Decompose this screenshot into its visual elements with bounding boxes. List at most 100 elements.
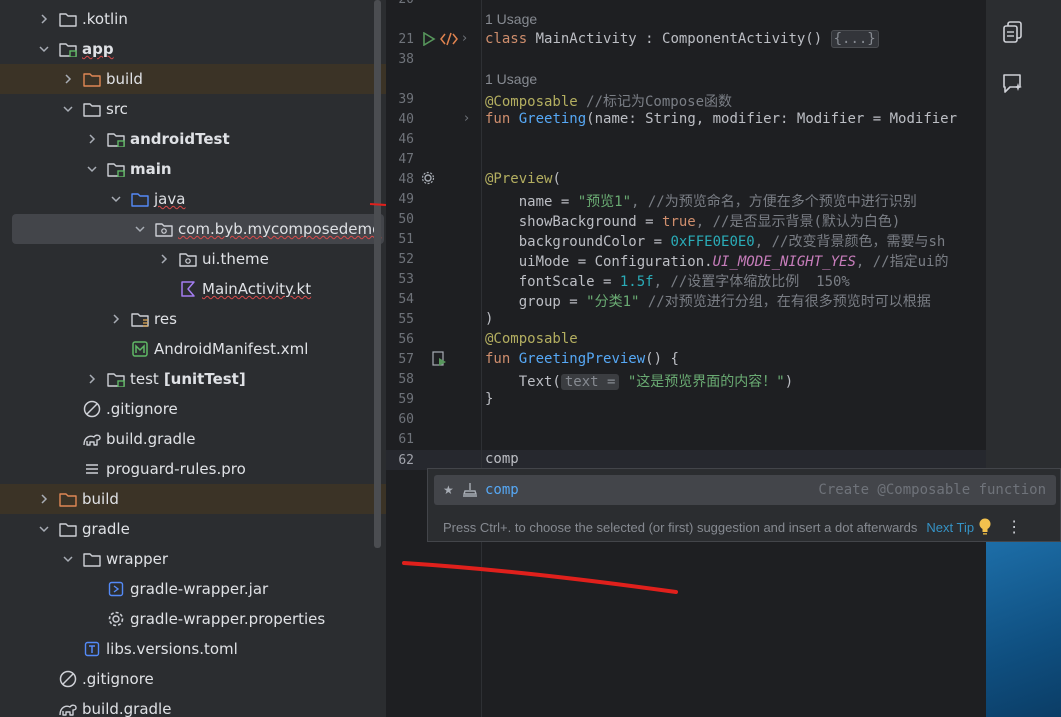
tree-item[interactable]: .kotlin <box>0 4 386 34</box>
tree-item[interactable]: main <box>0 154 386 184</box>
preview-run-icon[interactable] <box>432 351 448 367</box>
tree-item-label: java <box>154 190 186 208</box>
tree-item[interactable]: build.gradle <box>0 694 386 717</box>
ai-chat-icon[interactable] <box>998 68 1028 98</box>
tree-item-label: androidTest <box>130 130 230 148</box>
tree-item-label: build <box>82 490 119 508</box>
tree-scrollbar[interactable] <box>374 0 381 548</box>
class-declaration: MainActivity : ComponentActivity() <box>527 31 831 47</box>
line-number: 55 <box>398 312 414 327</box>
comment: , //改变背景颜色，需要与sh <box>754 234 946 250</box>
comment: , //设置字体缩放比例 150% <box>653 274 850 290</box>
desktop-background <box>986 542 1061 717</box>
code-text: backgroundColor = <box>485 234 671 250</box>
usage-hint[interactable]: 1 Usage <box>485 11 537 27</box>
module-folder-icon <box>58 39 78 59</box>
right-tool-bar <box>986 0 1061 468</box>
tree-item[interactable]: res <box>0 304 386 334</box>
folded-block[interactable]: {...} <box>830 30 879 48</box>
tree-item[interactable]: .gitignore <box>0 394 386 424</box>
folder-icon <box>82 549 102 569</box>
chevron-right-icon[interactable] <box>108 311 124 327</box>
code-text: uiMode = Configuration. <box>485 254 713 270</box>
code-text: fontScale = <box>485 274 620 290</box>
tree-item[interactable]: ui.theme <box>0 244 386 274</box>
tree-item[interactable]: libs.versions.toml <box>0 634 386 664</box>
module-folder-icon <box>106 129 126 149</box>
line-number: 53 <box>398 272 414 287</box>
tree-item[interactable]: src <box>0 94 386 124</box>
tree-item[interactable]: androidTest <box>0 124 386 154</box>
tree-item[interactable]: gradle <box>0 514 386 544</box>
settings-gear-icon[interactable] <box>421 171 435 185</box>
tree-item[interactable]: gradle-wrapper.jar <box>0 574 386 604</box>
chevron-right-icon[interactable] <box>60 71 76 87</box>
tree-item-label: wrapper <box>106 550 169 568</box>
line-number: 21 <box>398 32 414 47</box>
keyword: class <box>485 31 528 47</box>
completion-item[interactable]: ★ comp Create @Composable function <box>434 475 1056 505</box>
tree-item[interactable]: build <box>0 484 386 514</box>
tree-item[interactable]: com.byb.mycomposedemo <box>12 214 384 244</box>
chevron-down-icon[interactable] <box>60 551 76 567</box>
tree-item[interactable]: .gitignore <box>0 664 386 694</box>
usage-hint[interactable]: 1 Usage <box>485 71 537 87</box>
tree-item[interactable]: proguard-rules.pro <box>0 454 386 484</box>
chevron-down-icon[interactable] <box>84 161 100 177</box>
comment: //对预览进行分组，在有很多预览时可以根据 <box>639 294 931 310</box>
chevron-down-icon[interactable] <box>60 101 76 117</box>
tree-item-label: ui.theme <box>202 250 269 268</box>
chevron-down-icon[interactable] <box>108 191 124 207</box>
chevron-right-icon[interactable] <box>156 251 172 267</box>
code-completion-popup: ★ comp Create @Composable function Press… <box>427 468 1061 542</box>
completion-item-label: comp <box>485 482 519 498</box>
keyword: fun <box>485 351 511 367</box>
fold-chevron-icon[interactable]: › <box>464 111 469 126</box>
tree-item[interactable]: test [unitTest] <box>0 364 386 394</box>
resource-folder-icon <box>130 309 150 329</box>
line-number: 59 <box>398 392 414 407</box>
line-number: 51 <box>398 232 414 247</box>
code-editor[interactable]: 20 21 38 39 40 46 47 48 49 50 51 52 53 54 55 56 57 58 59 60… <box>386 0 986 717</box>
annotation: @Composable <box>485 94 578 110</box>
more-options-icon[interactable]: ⋮ <box>1006 517 1022 537</box>
chevron-right-icon[interactable] <box>84 131 100 147</box>
chevron-down-icon[interactable] <box>36 41 52 57</box>
chevron-right-icon[interactable] <box>84 371 100 387</box>
chevron-down-icon[interactable] <box>36 521 52 537</box>
clipboard-icon[interactable] <box>998 17 1028 47</box>
tree-item[interactable]: AndroidManifest.xml <box>0 334 386 364</box>
code-line-62[interactable]: comp <box>485 451 519 467</box>
code-text: group = <box>485 294 587 310</box>
line-number: 40 <box>398 112 414 127</box>
tree-item[interactable]: app <box>0 34 386 64</box>
fold-chevron-icon[interactable]: › <box>462 31 467 46</box>
keyword: fun <box>485 111 511 127</box>
tree-item[interactable]: build.gradle <box>0 424 386 454</box>
next-tip-link[interactable]: Next Tip <box>926 520 974 535</box>
line-number: 60 <box>398 412 414 427</box>
tree-item-label: gradle-wrapper.jar <box>130 580 269 598</box>
run-icon[interactable] <box>422 32 436 46</box>
kotlin-file-icon <box>178 279 198 299</box>
gitignore-icon <box>58 669 78 689</box>
tree-item[interactable]: build <box>0 64 386 94</box>
chevron-down-icon[interactable] <box>132 221 148 237</box>
line-number: 57 <box>398 352 414 367</box>
chevron-right-icon[interactable] <box>36 491 52 507</box>
tree-item[interactable]: gradle-wrapper.properties <box>0 604 386 634</box>
tree-item-label: main <box>130 160 172 178</box>
module-folder-icon <box>106 369 126 389</box>
lightbulb-icon[interactable] <box>978 518 992 536</box>
code-tag-icon[interactable] <box>440 32 458 46</box>
chevron-right-icon[interactable] <box>36 11 52 27</box>
tree-item[interactable]: wrapper <box>0 544 386 574</box>
tree-item[interactable]: MainActivity.kt <box>0 274 386 304</box>
tree-item[interactable]: java <box>0 184 386 214</box>
code-line-21: class MainActivity : ComponentActivity()… <box>485 30 879 48</box>
tree-item-label: libs.versions.toml <box>106 640 238 658</box>
